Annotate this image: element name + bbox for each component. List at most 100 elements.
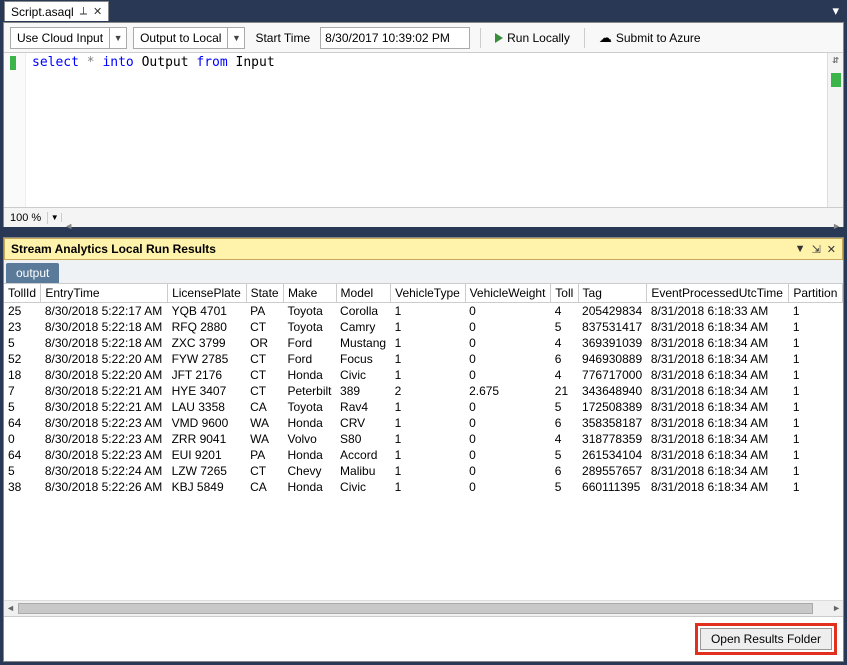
table-cell: 8/31/2018 6:18:34 AM (647, 447, 789, 463)
close-tab-icon[interactable]: ✕ (93, 5, 102, 18)
input-mode-combo[interactable]: Use Cloud Input ▼ (10, 27, 127, 49)
table-cell: 8/31/2018 6:18:34 AM (647, 367, 789, 383)
chevron-down-icon[interactable]: ▼ (228, 33, 244, 43)
zoom-level[interactable]: 100 % (4, 212, 48, 224)
table-row[interactable]: 58/30/2018 5:22:18 AMZXC 3799ORFordMusta… (4, 335, 843, 351)
table-cell: 23 (4, 319, 41, 335)
table-row[interactable]: 238/30/2018 5:22:18 AMRFQ 2880CTToyotaCa… (4, 319, 843, 335)
table-row[interactable]: 188/30/2018 5:22:20 AMJFT 2176CTHondaCiv… (4, 367, 843, 383)
table-row[interactable]: 648/30/2018 5:22:23 AMEUI 9201PAHondaAcc… (4, 447, 843, 463)
table-cell: Camry (336, 319, 391, 335)
column-header[interactable]: Toll (551, 284, 578, 303)
table-cell: 1 (391, 447, 465, 463)
column-header[interactable]: Make (283, 284, 336, 303)
start-time-input[interactable]: 8/30/2017 10:39:02 PM (320, 27, 470, 49)
table-cell: 8/30/2018 5:22:20 AM (41, 367, 168, 383)
run-locally-button[interactable]: Run Locally (491, 31, 574, 45)
table-cell: CA (246, 479, 283, 495)
results-title: Stream Analytics Local Run Results (11, 242, 216, 256)
table-cell: KBJ 5849 (168, 479, 247, 495)
query-text[interactable]: select * into Output from Input (26, 53, 281, 207)
pin-icon[interactable]: ⟂ (80, 5, 87, 18)
chevron-down-icon[interactable]: ▼ (795, 243, 806, 256)
table-cell: Rav4 (336, 399, 391, 415)
table-row[interactable]: 648/30/2018 5:22:23 AMVMD 9600WAHondaCRV… (4, 415, 843, 431)
table-cell: 1 (789, 415, 843, 431)
table-cell: WA (246, 431, 283, 447)
column-header[interactable]: State (246, 284, 283, 303)
output-tab[interactable]: output (6, 263, 59, 283)
table-row[interactable]: 388/30/2018 5:22:26 AMKBJ 5849CAHondaCiv… (4, 479, 843, 495)
table-cell: CT (246, 367, 283, 383)
table-cell: CT (246, 463, 283, 479)
query-editor[interactable]: select * into Output from Input ⇵ (4, 53, 843, 207)
table-cell: 946930889 (578, 351, 647, 367)
table-cell: LZW 7265 (168, 463, 247, 479)
open-results-folder-button[interactable]: Open Results Folder (700, 628, 832, 650)
start-time-value: 8/30/2017 10:39:02 PM (325, 31, 450, 45)
file-tab-label: Script.asaql (11, 5, 74, 19)
close-panel-icon[interactable]: ✕ (827, 243, 836, 256)
column-header[interactable]: EntryTime (41, 284, 168, 303)
column-header[interactable]: VehicleType (391, 284, 465, 303)
chevron-down-icon[interactable]: ▼ (110, 33, 126, 43)
table-row[interactable]: 58/30/2018 5:22:24 AMLZW 7265CTChevyMali… (4, 463, 843, 479)
titlebar: Script.asaql ⟂ ✕ ▾ (0, 0, 847, 22)
table-cell: 1 (789, 431, 843, 447)
column-header[interactable]: Tag (578, 284, 647, 303)
pin-icon[interactable]: ⇲ (812, 243, 821, 256)
table-cell: 0 (465, 303, 551, 320)
table-cell: 261534104 (578, 447, 647, 463)
editor-gutter (4, 53, 26, 207)
column-header[interactable]: Model (336, 284, 391, 303)
table-row[interactable]: 528/30/2018 5:22:20 AMFYW 2785CTFordFocu… (4, 351, 843, 367)
column-header[interactable]: TollId (4, 284, 41, 303)
table-cell: 18 (4, 367, 41, 383)
table-cell: 1 (391, 319, 465, 335)
table-cell: Toyota (283, 303, 336, 320)
chevron-down-icon[interactable]: ▼ (48, 213, 62, 222)
column-header[interactable]: EventProcessedUtcTime (647, 284, 789, 303)
table-cell: Honda (283, 367, 336, 383)
table-cell: 6 (551, 463, 578, 479)
table-cell: 5 (551, 447, 578, 463)
table-cell: Honda (283, 447, 336, 463)
table-cell: 1 (789, 447, 843, 463)
table-row[interactable]: 08/30/2018 5:22:23 AMZRR 9041WAVolvoS801… (4, 431, 843, 447)
grid-hscroll[interactable]: ◄ ► (4, 600, 843, 616)
output-tab-label: output (16, 266, 49, 280)
table-cell: 8/30/2018 5:22:23 AM (41, 431, 168, 447)
table-cell: 8/31/2018 6:18:34 AM (647, 479, 789, 495)
table-cell: 1 (789, 367, 843, 383)
table-cell: PA (246, 447, 283, 463)
table-row[interactable]: 78/30/2018 5:22:21 AMHYE 3407CTPeterbilt… (4, 383, 843, 399)
table-row[interactable]: 258/30/2018 5:22:17 AMYQB 4701PAToyotaCo… (4, 303, 843, 320)
table-cell: Civic (336, 367, 391, 383)
table-cell: 8/30/2018 5:22:20 AM (41, 351, 168, 367)
scroll-thumb[interactable] (18, 603, 813, 614)
table-row[interactable]: 58/30/2018 5:22:21 AMLAU 3358CAToyotaRav… (4, 399, 843, 415)
column-header[interactable]: LicensePlate (168, 284, 247, 303)
table-cell: Honda (283, 479, 336, 495)
table-cell: 1 (391, 431, 465, 447)
table-cell: Honda (283, 415, 336, 431)
table-cell: 8/30/2018 5:22:18 AM (41, 335, 168, 351)
table-cell: 8/31/2018 6:18:34 AM (647, 351, 789, 367)
results-tabstrip: output (4, 260, 843, 284)
output-mode-combo[interactable]: Output to Local ▼ (133, 27, 245, 49)
table-cell: 25 (4, 303, 41, 320)
column-header[interactable]: VehicleWeight (465, 284, 551, 303)
titlebar-menu-icon[interactable]: ▾ (832, 3, 843, 19)
table-cell: 0 (465, 319, 551, 335)
file-tab[interactable]: Script.asaql ⟂ ✕ (4, 1, 109, 21)
table-cell: 52 (4, 351, 41, 367)
column-header[interactable]: Partition (789, 284, 843, 303)
submit-azure-button[interactable]: ☁ Submit to Azure (595, 30, 705, 46)
results-grid-wrap[interactable]: TollIdEntryTimeLicensePlateStateMakeMode… (4, 284, 843, 600)
run-locally-label: Run Locally (507, 31, 570, 45)
table-cell: Focus (336, 351, 391, 367)
table-cell: OR (246, 335, 283, 351)
table-cell: ZXC 3799 (168, 335, 247, 351)
table-cell: 358358187 (578, 415, 647, 431)
split-icon[interactable]: ⇵ (828, 53, 843, 66)
